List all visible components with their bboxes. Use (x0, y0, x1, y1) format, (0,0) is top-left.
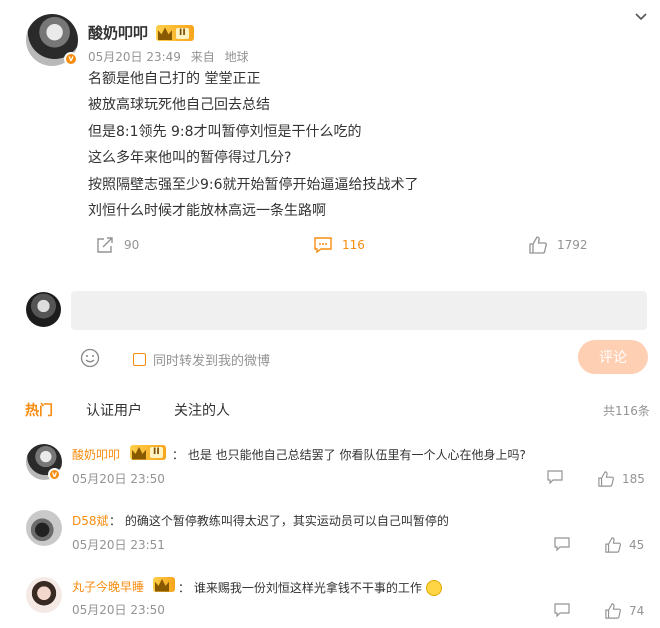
reply-icon[interactable] (554, 603, 570, 617)
level-number: II (150, 447, 163, 458)
like-icon (605, 537, 621, 553)
comment-button[interactable]: 116 (314, 237, 365, 253)
comment-like-button[interactable]: 185 (598, 471, 645, 487)
comment-body: 谁来赐我一份刘恒这样光拿钱不干事的工作 (193, 581, 422, 595)
comment-time: 05月20日 23:50 (72, 472, 165, 486)
comment-avatar[interactable] (26, 510, 62, 546)
level-crown-icon: II (130, 445, 166, 460)
repost-checkbox-label: 同时转发到我的微博 (153, 354, 271, 369)
post-line: 按照隔壁志强至少9:6就开始暂停开始逼逼给技战术了 (88, 176, 419, 193)
post-line: 这么多年来他叫的暂停得过几分? (88, 150, 292, 167)
like-icon (605, 603, 621, 619)
comment-text: ： 的确这个暂停教练叫得太迟了，其实运动员可以自己叫暂停的 (109, 514, 449, 528)
post-line: 刘恒什么时候才能放林高远一条生路啊 (88, 203, 326, 220)
comment-author[interactable]: 丸子今晚早睡 (72, 578, 144, 595)
post-source: 地球 (224, 50, 249, 64)
post-date[interactable]: 05月20日 23:49 (88, 50, 181, 64)
level-number: II (176, 27, 189, 39)
chevron-down-icon[interactable] (634, 10, 648, 24)
comment-like-count: 74 (629, 604, 645, 618)
comment-like-count: 45 (629, 538, 645, 552)
checkbox-box[interactable] (133, 353, 146, 366)
repost-checkbox[interactable]: 同时转发到我的微博 (133, 350, 270, 369)
verified-icon: v (64, 52, 78, 66)
comment-author[interactable]: D58斌 (72, 512, 109, 529)
comment-text: ： 谁来赐我一份刘恒这样光拿钱不干事的工作 (178, 579, 442, 596)
post-line: 但是8:1领先 9:8才叫暂停刘恒是干什么吃的 (88, 123, 362, 140)
reply-icon[interactable] (547, 470, 563, 484)
verified-icon: v (48, 468, 61, 481)
comment-author[interactable]: 酸奶叩叩 (72, 446, 120, 463)
like-icon (598, 471, 614, 487)
comment-avatar[interactable] (26, 577, 62, 613)
comment-time: 05月20日 23:50 (72, 603, 165, 617)
comment-text: ： 也是 也只能他自己总结罢了 你看队伍里有一个人心在他身上吗? (172, 448, 526, 462)
total-comments: 共116条 (603, 404, 650, 418)
post-line: 名额是他自己打的 堂堂正正 (88, 71, 261, 87)
post-content: 名额是他自己打的 堂堂正正 被放高球玩死他自己回去总结 但是8:1领先 9:8才… (88, 66, 419, 224)
like-button[interactable]: 1792 (529, 236, 588, 254)
emoji-icon[interactable] (80, 348, 100, 368)
source-label: 来自 (190, 50, 215, 64)
tab-hot[interactable]: 热门 (25, 400, 53, 420)
level-crown-icon: II (156, 25, 194, 41)
like-icon (529, 236, 547, 254)
comment-like-count: 185 (622, 472, 645, 486)
repost-count: 90 (124, 238, 140, 252)
reply-icon[interactable] (554, 537, 570, 551)
comment-input[interactable] (71, 291, 647, 330)
comment-like-button[interactable]: 74 (605, 603, 644, 619)
comment-body: 也是 也只能他自己总结罢了 你看队伍里有一个人心在他身上吗? (187, 448, 526, 462)
repost-button[interactable]: 90 (96, 236, 139, 254)
comment-count: 116 (342, 238, 365, 252)
post-line: 被放高球玩死他自己回去总结 (88, 97, 270, 114)
comment-like-button[interactable]: 45 (605, 537, 644, 553)
smiley-emoji (425, 580, 442, 596)
comment-body: 的确这个暂停教练叫得太迟了，其实运动员可以自己叫暂停的 (124, 514, 449, 528)
repost-icon (97, 237, 113, 253)
submit-comment-button[interactable]: 评论 (578, 340, 648, 374)
post-meta: 05月20日 23:49 来自 地球 (88, 48, 255, 65)
post-author-name[interactable]: 酸奶叩叩 (88, 22, 148, 43)
my-avatar (26, 292, 61, 327)
tab-verified-users[interactable]: 认证用户 (86, 400, 142, 420)
comment-icon (314, 237, 332, 253)
comment-time: 05月20日 23:51 (72, 538, 165, 552)
level-crown-icon (153, 577, 175, 592)
tab-following[interactable]: 关注的人 (174, 400, 230, 420)
like-count: 1792 (557, 238, 588, 252)
